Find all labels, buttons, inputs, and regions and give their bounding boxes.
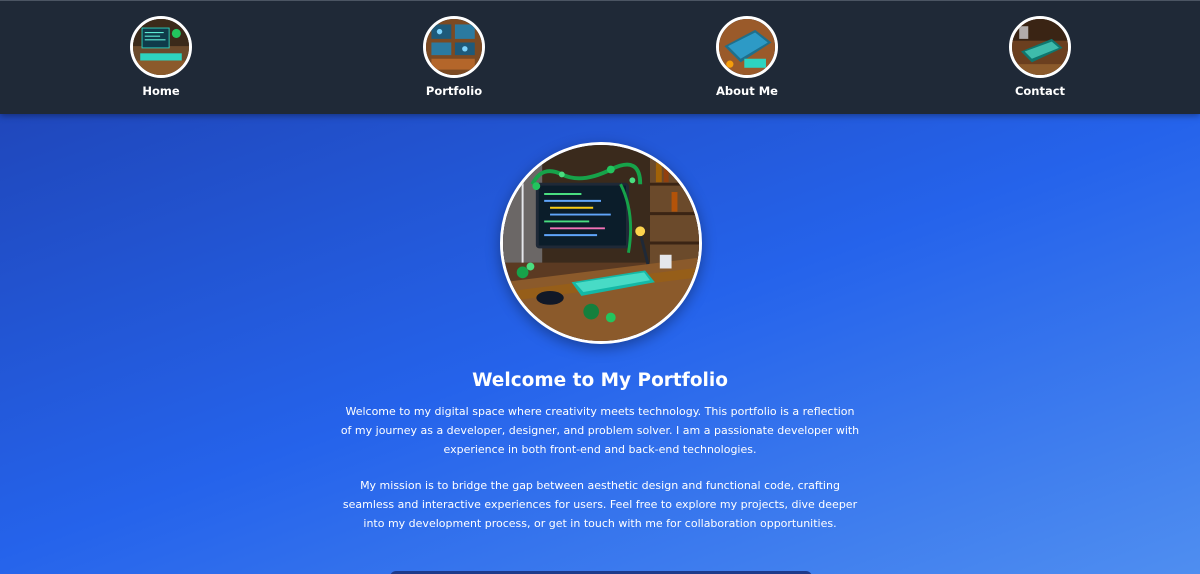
nav-item-contact[interactable]: Contact — [980, 16, 1100, 98]
hero-image — [500, 142, 702, 344]
workspace-thumbnail-icon — [130, 16, 192, 78]
nav-item-about-me[interactable]: About Me — [687, 16, 807, 98]
desk-thumbnail-icon — [716, 16, 778, 78]
nav-item-label: Portfolio — [425, 84, 483, 98]
bookshelf-thumbnail-icon — [423, 16, 485, 78]
intro-paragraph: Welcome to my digital space where creati… — [340, 405, 860, 456]
nav-item-label: About Me — [716, 84, 778, 98]
coding-workspace-illustration — [503, 145, 699, 341]
page-title: Welcome to My Portfolio — [472, 370, 728, 391]
nav-item-label: Home — [142, 84, 180, 98]
phone-desk-thumbnail-icon — [1009, 16, 1071, 78]
nav-item-label: Contact — [1014, 84, 1066, 98]
mission-paragraph: My mission is to bridge the gap between … — [342, 479, 858, 530]
nav-item-home[interactable]: Home — [101, 16, 221, 98]
top-navigation: Home Portfolio About Me Contact — [0, 0, 1200, 114]
nav-item-portfolio[interactable]: Portfolio — [394, 16, 514, 98]
